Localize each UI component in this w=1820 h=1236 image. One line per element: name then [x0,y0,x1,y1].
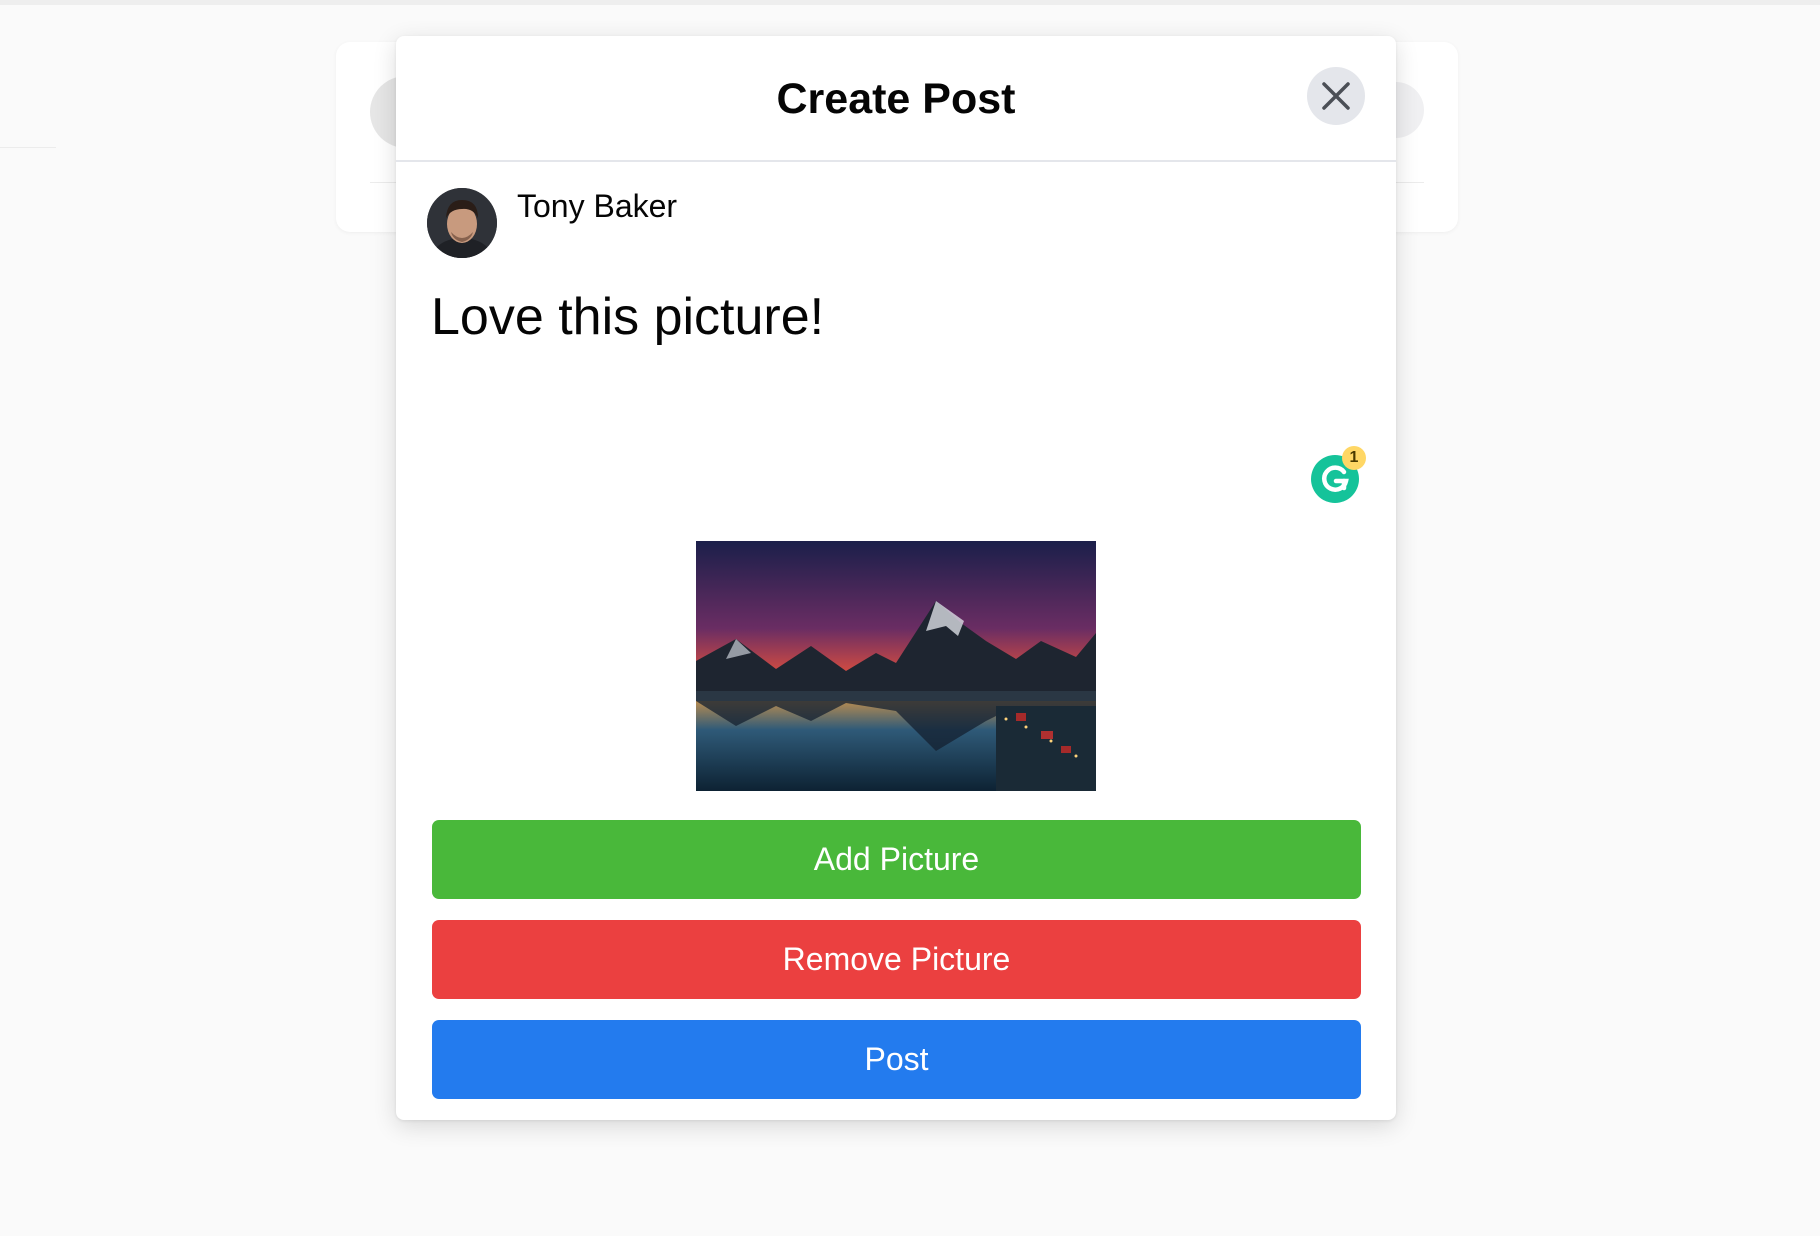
user-avatar[interactable] [427,188,497,258]
close-icon [1322,82,1350,110]
remove-picture-button[interactable]: Remove Picture [432,920,1361,999]
user-name: Tony Baker [517,188,678,224]
create-post-modal: Create Post Tony Baker Love this picture… [396,36,1396,1120]
modal-header: Create Post [396,36,1396,162]
top-strip [0,0,1820,5]
post-button[interactable]: Post [432,1020,1361,1099]
modal-title: Create Post [776,75,1016,123]
close-button[interactable] [1307,67,1365,125]
add-picture-button[interactable]: Add Picture [432,820,1361,899]
grammarly-badge: 1 [1342,446,1366,470]
background-left-line [0,147,56,148]
post-text-input[interactable]: Love this picture! [431,286,1331,506]
attached-picture [696,541,1096,791]
